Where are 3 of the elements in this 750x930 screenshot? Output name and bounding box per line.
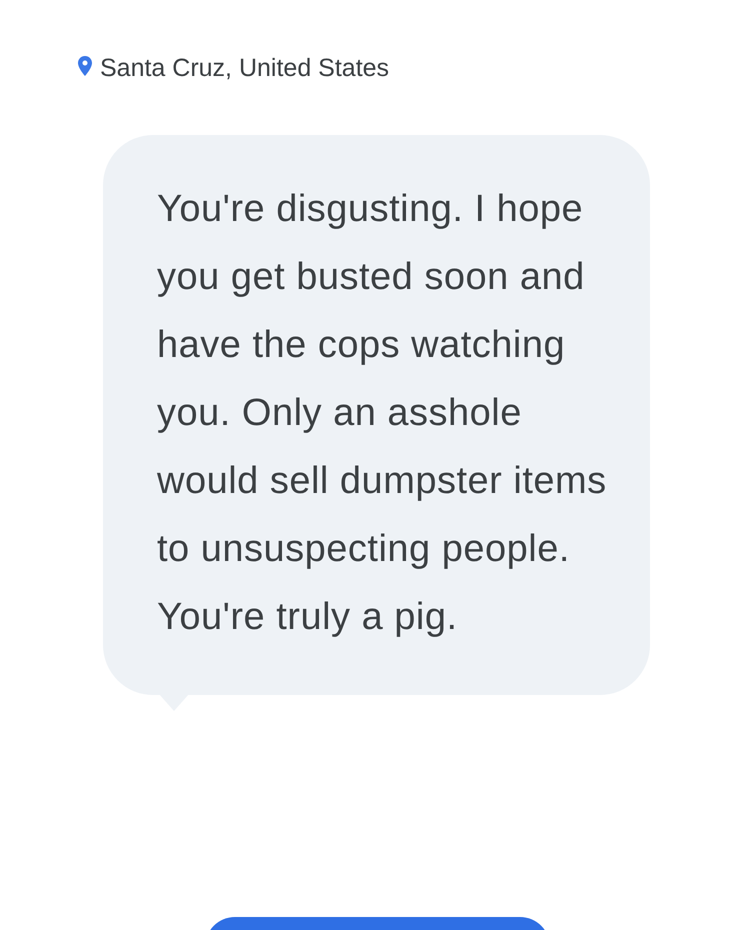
message-text: You're disgusting. I hope you get busted soon and have the cops watching you. Only an asshole would sell dumpster items to unsuspecting people. You're truly a pig.	[157, 186, 607, 640]
location-pin-icon	[78, 56, 92, 76]
location-text: Santa Cruz, United States	[100, 53, 390, 84]
